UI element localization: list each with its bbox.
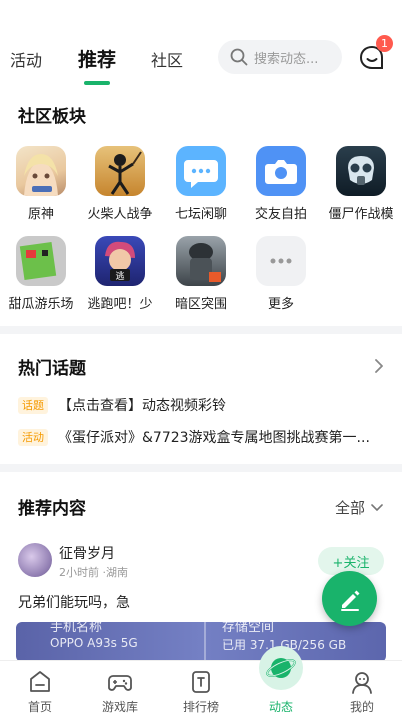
board-item-arena-breakout[interactable]: 暗区突围 <box>167 236 235 312</box>
board-label: 原神 <box>27 207 54 222</box>
gas-mask-icon <box>336 146 386 196</box>
nav-label: 排行榜 <box>182 700 219 714</box>
chat-bubble-icon <box>176 146 226 196</box>
stick-war-icon <box>95 146 145 196</box>
hot-topic-row[interactable]: 活动 《蛋仔派对》&7723游戏盒专属地图挑战赛第一... <box>18 427 388 447</box>
nav-label: 首页 <box>27 700 52 714</box>
chevron-down-icon <box>371 503 383 511</box>
active-tab-indicator <box>84 81 110 85</box>
board-item-more[interactable]: 更多 <box>247 236 315 312</box>
phone-name-title: 手机名称 <box>50 622 103 635</box>
image-divider <box>204 622 206 662</box>
nav-home[interactable]: 首页 <box>5 661 75 716</box>
hot-topic-row[interactable]: 话题 【点击查看】动态视频彩铃 <box>18 395 388 415</box>
post-content: 兄弟们能玩吗，急 <box>18 595 130 611</box>
section-divider <box>0 326 402 334</box>
post-image[interactable]: 手机名称 OPPO A93s 5G 存储空间 已用 37.1 GB/256 GB <box>16 622 386 662</box>
escape-game-icon: 逃 <box>95 236 145 286</box>
recommended-title: 推荐内容 <box>18 499 86 519</box>
search-placeholder: 搜索动态... <box>254 51 319 67</box>
tab-community[interactable]: 社区 <box>151 47 183 71</box>
filter-dropdown[interactable]: 全部 <box>335 497 384 518</box>
hot-topics-title: 热门话题 <box>18 359 86 379</box>
top-bar: 活动 推荐 社区 搜索动态... 1 <box>0 0 402 96</box>
post-meta: 2小时前 ·湖南 <box>59 566 128 579</box>
more-icon <box>256 236 306 286</box>
app-screen: 活动 推荐 社区 搜索动态... 1 社区板块 原神 火柴人战争 七坛闲聊 交友… <box>0 0 402 716</box>
nav-ranking[interactable]: 排行榜 <box>166 661 236 716</box>
board-item-selfie[interactable]: 交友自拍 <box>247 146 315 222</box>
genshin-icon <box>16 146 66 196</box>
post-author[interactable]: 征骨岁月 <box>59 543 115 563</box>
board-label: 僵尸作战模 <box>328 207 394 222</box>
search-input[interactable]: 搜索动态... <box>218 40 342 74</box>
board-label: 七坛闲聊 <box>174 207 227 222</box>
home-icon <box>30 671 50 692</box>
pencil-icon <box>340 590 359 611</box>
board-label: 逃跑吧！少 <box>87 297 153 312</box>
storage-title: 存储空间 <box>222 622 275 635</box>
nav-label: 动态 <box>268 700 293 714</box>
board-label: 甜瓜游乐场 <box>8 297 74 312</box>
section-divider <box>0 464 402 472</box>
nav-label: 游戏库 <box>101 700 138 714</box>
board-item-stick-war[interactable]: 火柴人战争 <box>86 146 154 222</box>
tab-recommend[interactable]: 推荐 <box>78 45 116 72</box>
chevron-right-icon[interactable] <box>372 357 386 375</box>
community-section-title: 社区板块 <box>18 107 86 127</box>
board-label: 暗区突围 <box>174 297 227 312</box>
bottom-nav: 首页 游戏库 排行榜 动态 我的 <box>0 660 402 716</box>
compose-button[interactable] <box>322 571 377 626</box>
svg-text:逃: 逃 <box>115 270 124 282</box>
tab-activity[interactable]: 活动 <box>10 47 42 71</box>
melon-playground-icon <box>16 236 66 286</box>
arena-breakout-icon <box>176 236 226 286</box>
board-item-zombie[interactable]: 僵尸作战模 <box>327 146 395 222</box>
board-item-escape[interactable]: 逃 逃跑吧！少 <box>86 236 154 312</box>
notification-badge: 1 <box>376 35 393 52</box>
nav-label: 我的 <box>349 700 374 714</box>
board-item-chat[interactable]: 七坛闲聊 <box>167 146 235 222</box>
nav-game-library[interactable]: 游戏库 <box>85 661 155 716</box>
board-label: 交友自拍 <box>254 207 307 222</box>
gamepad-icon <box>108 675 132 691</box>
board-item-melon[interactable]: 甜瓜游乐场 <box>7 236 75 312</box>
topic-text: 【点击查看】动态视频彩铃 <box>58 398 226 414</box>
avatar[interactable] <box>18 543 52 577</box>
camera-icon <box>256 146 306 196</box>
search-icon <box>230 48 248 66</box>
board-item-genshin[interactable]: 原神 <box>7 146 75 222</box>
topic-text: 《蛋仔派对》&7723游戏盒专属地图挑战赛第一... <box>58 430 370 446</box>
phone-name-value: OPPO A93s 5G <box>50 636 138 650</box>
filter-label: 全部 <box>335 499 366 517</box>
nav-profile[interactable]: 我的 <box>327 661 397 716</box>
board-label: 火柴人战争 <box>87 207 153 222</box>
profile-icon <box>352 672 372 694</box>
topic-tag: 话题 <box>18 396 48 414</box>
ranking-icon <box>192 671 210 693</box>
board-label: 更多 <box>267 297 294 312</box>
feed-planet-icon[interactable] <box>259 646 303 690</box>
topic-tag: 活动 <box>18 428 48 446</box>
